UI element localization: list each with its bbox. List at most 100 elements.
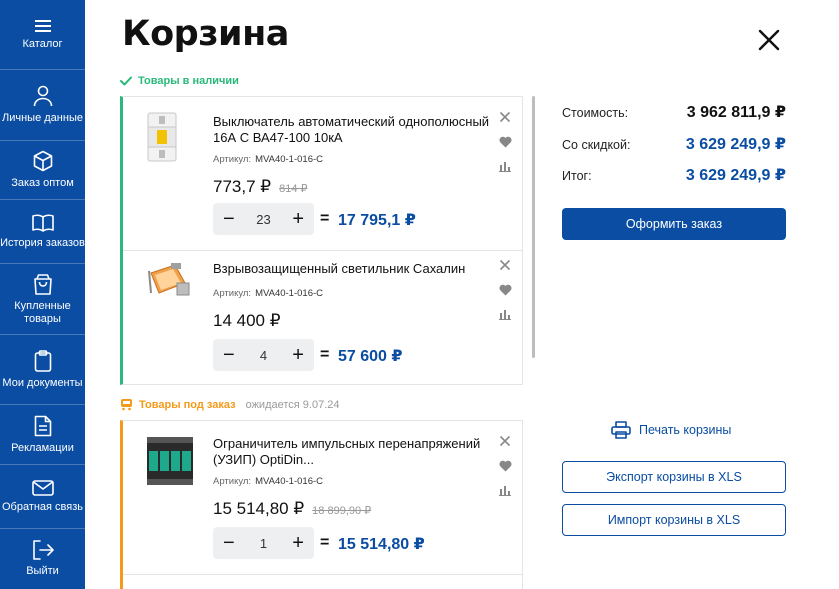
sidebar-item-logout[interactable]: Выйти — [0, 529, 85, 589]
section-label: Товары под заказ — [139, 398, 236, 411]
sidebar-item-bulk-order[interactable]: Заказ оптом — [0, 141, 85, 200]
print-cart-button[interactable]: Печать корзины — [611, 421, 731, 439]
floodlight-image — [148, 263, 190, 296]
close-button[interactable] — [755, 26, 783, 54]
item-total: 17 795,1 ₽ — [338, 212, 416, 229]
current-price: 773,7 ₽ — [213, 177, 272, 196]
circuit-breaker-image — [147, 112, 177, 162]
truck-icon — [121, 399, 132, 411]
product-article: Артикул: MVA40-1-016-C — [213, 288, 323, 299]
product-price: 773,7 ₽ 814 ₽ — [213, 177, 308, 197]
product-image[interactable] — [145, 261, 193, 308]
quantity-stepper: − 4 + — [213, 339, 314, 371]
heart-icon[interactable] — [499, 284, 512, 296]
close-icon — [758, 29, 780, 51]
equals-sign: = — [320, 534, 330, 551]
sidebar: Каталог Личные данные Заказ оптом Истори… — [0, 0, 85, 589]
summary-value: 3 629 249,9 ₽ — [685, 167, 786, 184]
document-icon — [34, 415, 51, 436]
sidebar-item-label: Рекламации — [11, 441, 74, 454]
book-icon — [31, 214, 54, 232]
printer-icon — [611, 421, 631, 439]
logout-icon — [32, 540, 54, 560]
sidebar-item-catalog[interactable]: Каталог — [0, 0, 85, 70]
old-price: 814 ₽ — [279, 183, 308, 195]
product-image[interactable] — [145, 435, 195, 492]
bag-icon — [33, 273, 52, 295]
compare-icon[interactable] — [499, 160, 511, 172]
summary-total: Итог: 3 629 249,9 ₽ — [562, 165, 786, 185]
increase-button[interactable]: + — [292, 345, 304, 365]
quantity-stepper: − 23 + — [213, 203, 314, 235]
sidebar-item-order-history[interactable]: История заказов — [0, 200, 85, 264]
summary-discount: Со скидкой: 3 629 249,9 ₽ — [562, 134, 786, 154]
product-name[interactable]: Выключатель автоматический однополюсный … — [213, 114, 493, 146]
product-price: 15 514,80 ₽ 18 899,90 ₽ — [213, 499, 371, 519]
summary-label: Итог: — [562, 169, 592, 183]
on-order-card: Ограничитель импульсных перенапряжений (… — [120, 420, 523, 589]
heart-icon[interactable] — [499, 136, 512, 148]
increase-button[interactable]: + — [292, 533, 304, 553]
decrease-button[interactable]: − — [223, 345, 235, 365]
sidebar-item-label: Заказ оптом — [11, 177, 74, 189]
print-label: Печать корзины — [639, 423, 732, 437]
summary-value: 3 962 811,9 ₽ — [686, 104, 786, 121]
remove-icon[interactable] — [499, 111, 511, 123]
decrease-button[interactable]: − — [223, 533, 235, 553]
increase-button[interactable]: + — [292, 209, 304, 229]
quantity-value[interactable]: 23 — [256, 212, 270, 227]
article-value: MVA40-1-016-C — [255, 476, 323, 487]
section-on-order-header: Товары под заказ ожидается 9.07.24 — [120, 398, 340, 411]
sidebar-item-feedback[interactable]: Обратная связь — [0, 465, 85, 529]
cart-item: Ограничитель импульсных перенапряжений (… — [123, 421, 523, 574]
product-name[interactable]: Взрывозащищенный светильник Сахалин — [213, 261, 493, 277]
quantity-value[interactable]: 4 — [260, 348, 267, 363]
remove-icon[interactable] — [499, 259, 511, 271]
compare-icon[interactable] — [499, 308, 511, 320]
decrease-button[interactable]: − — [223, 209, 235, 229]
sidebar-item-documents[interactable]: Мои документы — [0, 335, 85, 405]
page-title: Корзина — [122, 14, 289, 54]
quantity-stepper: − 1 + — [213, 527, 314, 559]
sidebar-item-claims[interactable]: Рекламации — [0, 405, 85, 465]
cart-item: Выключатель автоматический однополюсный … — [123, 97, 523, 250]
old-price: 18 899,90 ₽ — [312, 505, 372, 517]
sidebar-item-label: Мои документы — [2, 376, 83, 389]
product-image[interactable] — [145, 111, 179, 168]
product-name[interactable]: Ограничитель импульсных перенапряжений (… — [213, 436, 493, 468]
sidebar-item-purchased[interactable]: Купленные товары — [0, 264, 85, 335]
export-xls-button[interactable]: Экспорт корзины в XLS — [562, 461, 786, 493]
remove-icon[interactable] — [499, 435, 511, 447]
current-price: 14 400 ₽ — [213, 311, 281, 330]
summary-label: Со скидкой: — [562, 138, 631, 152]
article-label: Артикул: — [213, 476, 252, 487]
import-xls-button[interactable]: Импорт корзины в XLS — [562, 504, 786, 536]
compare-icon[interactable] — [499, 484, 511, 496]
check-icon — [120, 76, 132, 86]
summary-value: 3 629 249,9 ₽ — [685, 136, 786, 153]
article-label: Артикул: — [213, 288, 252, 299]
divider — [123, 574, 523, 575]
cube-icon — [33, 150, 52, 172]
cart-item: Взрывозащищенный светильник Сахалин Арти… — [123, 251, 523, 385]
checkout-button[interactable]: Оформить заказ — [562, 208, 786, 240]
quantity-value[interactable]: 1 — [260, 536, 267, 551]
clipboard-icon — [34, 349, 51, 372]
article-value: MVA40-1-016-C — [255, 154, 323, 165]
current-price: 15 514,80 ₽ — [213, 499, 305, 518]
user-icon — [33, 85, 52, 107]
sidebar-item-profile[interactable]: Личные данные — [0, 70, 85, 141]
sidebar-item-label: Личные данные — [2, 112, 83, 124]
summary-cost: Стоимость: 3 962 811,9 ₽ — [562, 102, 786, 122]
sidebar-item-label: Обратная связь — [1, 500, 84, 513]
product-article: Артикул: MVA40-1-016-C — [213, 476, 323, 487]
expected-date: ожидается 9.07.24 — [245, 398, 340, 411]
heart-icon[interactable] — [499, 460, 512, 472]
article-label: Артикул: — [213, 154, 252, 165]
equals-sign: = — [320, 210, 330, 227]
product-price: 14 400 ₽ — [213, 311, 281, 331]
envelope-icon — [31, 479, 54, 496]
menu-icon — [34, 19, 51, 32]
scrollbar[interactable] — [532, 96, 535, 358]
section-in-stock-header: Товары в наличии — [120, 75, 239, 87]
